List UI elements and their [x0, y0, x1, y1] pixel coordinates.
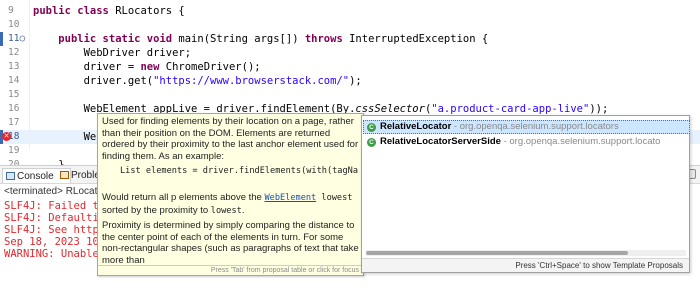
- code-token: public class: [33, 5, 116, 17]
- proposals-footer: Press 'Ctrl+Space' to show Template Prop…: [362, 258, 689, 272]
- code-token: RLocators {: [115, 5, 185, 17]
- doc-paragraph: Would return all p elements above the We…: [102, 192, 353, 216]
- console-line: SLF4J: Defaulting: [4, 212, 112, 224]
- code-token: "https://www.browserstack.com/": [153, 75, 350, 87]
- code-text: public static void main(String args[]) t…: [33, 32, 488, 46]
- code-token: "a.product-card-app-live": [431, 103, 590, 115]
- class-icon: C: [367, 123, 376, 132]
- code-line[interactable]: 12 WebDriver driver;: [0, 46, 700, 60]
- scrollbar-thumb[interactable]: [366, 251, 628, 255]
- code-line[interactable]: 14 driver.get("https://www.browserstack.…: [0, 74, 700, 88]
- content-assist-popup[interactable]: C RelativeLocator - org.openqa.selenium.…: [361, 115, 690, 273]
- console-line: WARNING: Unable t: [4, 248, 112, 260]
- line-number: 10: [8, 19, 20, 30]
- line-number: 17: [8, 117, 20, 128]
- line-number: 19: [8, 145, 20, 156]
- code-token: new: [140, 61, 166, 73]
- line-number: 11○: [8, 33, 26, 44]
- code-token: driver =: [33, 61, 141, 73]
- doc-paragraph: Proximity is determined by simply compar…: [102, 220, 359, 266]
- code-token: cssSelector: [355, 103, 425, 115]
- code-token: ));: [589, 103, 609, 115]
- code-token: );: [349, 75, 362, 87]
- doc-hover-footer: Press 'Tab' from proposal table or click…: [98, 265, 363, 275]
- line-number: 12: [8, 47, 20, 58]
- console-line: Sep 18, 2023 10:4: [4, 236, 112, 248]
- horizontal-scrollbar[interactable]: [366, 250, 686, 256]
- console-icon: [6, 172, 15, 180]
- code-line[interactable]: 15: [0, 88, 700, 102]
- code-token: driver.get(: [33, 75, 154, 87]
- line-number: 13: [8, 61, 20, 72]
- code-text: driver = new ChromeDriver();: [33, 60, 261, 74]
- proposal-item[interactable]: C RelativeLocator - org.openqa.selenium.…: [363, 120, 690, 134]
- code-token: throws: [304, 33, 350, 45]
- code-line[interactable]: 9 public class RLocators {: [0, 4, 700, 18]
- line-number: 15: [8, 89, 20, 100]
- line-number: 16: [8, 103, 20, 114]
- code-line[interactable]: 11○ public static void main(String args[…: [0, 32, 700, 46]
- line-number: 14: [8, 75, 20, 86]
- error-marker-icon[interactable]: ✕: [2, 132, 11, 141]
- console-line: SLF4J: Failed to: [4, 200, 106, 212]
- proposal-item[interactable]: C RelativeLocatorServerSide - org.openqa…: [363, 135, 690, 149]
- code-token: WebDriver driver;: [33, 47, 192, 59]
- doc-paragraph: Used for finding elements by their locat…: [102, 116, 359, 162]
- code-token: ChromeDriver();: [165, 61, 261, 73]
- code-token: public static void: [58, 33, 179, 45]
- code-line[interactable]: 13 driver = new ChromeDriver();: [0, 60, 700, 74]
- code-token: main(String args[]): [178, 33, 305, 45]
- doc-code-example: List elements = driver.findElements(with…: [120, 166, 358, 176]
- console-line: SLF4J: See http:/: [4, 224, 112, 236]
- line-number: 9: [8, 5, 14, 16]
- code-token: InterruptedException {: [349, 33, 489, 45]
- class-icon: C: [367, 138, 376, 147]
- problems-icon: [60, 171, 69, 179]
- change-marker: [0, 32, 3, 46]
- code-line[interactable]: 10: [0, 18, 700, 32]
- javadoc-hover-popup[interactable]: Used for finding elements by their locat…: [97, 113, 364, 276]
- code-text: WebDriver driver;: [33, 46, 191, 60]
- code-text: public class RLocators {: [33, 4, 185, 18]
- code-text: driver.get("https://www.browserstack.com…: [33, 74, 362, 88]
- webelement-link[interactable]: WebElement: [264, 193, 316, 203]
